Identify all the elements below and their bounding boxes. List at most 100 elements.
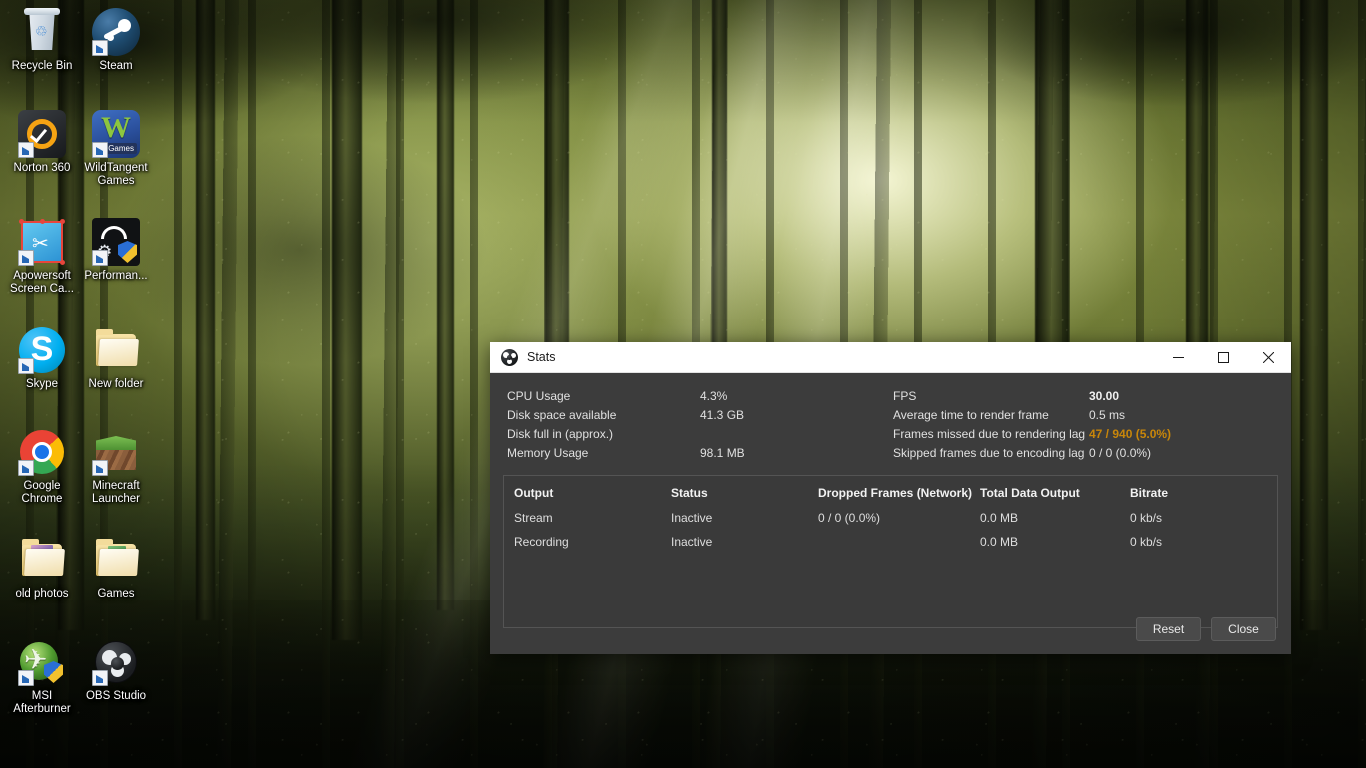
stat-label-fps: FPS [893,389,917,403]
desktop-icon-label: Norton 360 [13,162,71,174]
window-footer: Reset Close [490,604,1291,654]
cell-dropped: 0 / 0 (0.0%) [818,511,881,525]
desktop-icon-msi-afterburner[interactable]: ✈ MSI Afterburner [4,638,80,716]
desktop-icon-skype[interactable]: S Skype [4,326,80,391]
desktop-icon-label: OBS Studio [85,690,147,702]
cell-total: 0.0 MB [980,511,1019,525]
desktop-icon-label: Steam [99,60,133,72]
desktop-icon-label: WildTangent Games [84,162,148,187]
shortcut-arrow-icon [92,250,108,266]
desktop-icon-norton-360[interactable]: Norton 360 [4,110,80,175]
reset-button[interactable]: Reset [1136,617,1201,641]
maximize-icon[interactable] [1201,342,1246,373]
stat-value-frames-missed: 47 / 940 (5.0%) [1089,427,1172,441]
cell-status: Inactive [671,535,713,549]
cell-dropped [818,531,980,555]
desktop[interactable]: ♲ Recycle Bin Steam Norton 360 W Games Wi… [0,0,1366,768]
desktop-icon-label: Google Chrome [21,480,63,505]
skype-icon: S [18,326,66,374]
desktop-icon-label: New folder [88,378,144,390]
stat-label-avg-render-time: Average time to render frame [893,408,1049,422]
window-title-bar[interactable]: Stats [490,342,1291,373]
msi-afterburner-icon: ✈ [18,638,66,686]
column-header-status: Status [671,486,708,500]
desktop-icon-label: MSI Afterburner [13,690,71,715]
stat-label-frames-missed: Frames missed due to rendering lag [893,427,1086,441]
desktop-icon-minecraft-launcher[interactable]: Minecraft Launcher [78,428,154,506]
obs-studio-icon [92,638,140,686]
stat-label-cpu-usage: CPU Usage [507,389,571,403]
window-body: CPU Usage 4.3% FPS 30.00 Disk space avai… [490,373,1291,628]
table-header-row: Output Status Dropped Frames (Network) T… [514,486,1267,507]
shortcut-arrow-icon [92,142,108,158]
stat-label-disk-space-available: Disk space available [507,408,617,422]
table-row[interactable]: Stream Inactive 0 / 0 (0.0%) 0.0 MB 0 kb… [514,507,1267,531]
stat-value-avg-render-time: 0.5 ms [1089,408,1126,422]
cell-output: Stream [514,511,553,525]
folder-icon [18,536,66,584]
performance-tool-icon: ⚙ [92,218,140,266]
minimize-icon[interactable] [1156,342,1201,373]
shortcut-arrow-icon [92,460,108,476]
stats-window[interactable]: Stats CPU Usage 4.3% FPS 30.00 Disk spac… [490,342,1291,654]
cell-bitrate: 0 kb/s [1130,511,1163,525]
column-header-bitrate: Bitrate [1130,486,1169,500]
shortcut-arrow-icon [92,670,108,686]
minecraft-launcher-icon [92,428,140,476]
desktop-icon-label: Games [97,588,135,600]
desktop-icon-steam[interactable]: Steam [78,8,154,73]
wildtangent-games-icon: W Games [92,110,140,158]
shortcut-arrow-icon [18,670,34,686]
column-header-dropped-frames: Dropped Frames (Network) [818,486,973,500]
close-icon[interactable] [1246,342,1291,373]
desktop-icon-label: Skype [26,378,58,390]
desktop-icon-label: Minecraft Launcher [92,480,140,505]
close-button[interactable]: Close [1211,617,1276,641]
desktop-icon-apowersoft[interactable]: ✂ Apowersoft Screen Ca... [4,218,80,296]
desktop-icon-performance-tool[interactable]: ⚙ Performan... [78,218,154,283]
apowersoft-screen-capture-icon: ✂ [18,218,66,266]
desktop-icon-new-folder[interactable]: New folder [78,326,154,391]
shortcut-arrow-icon [92,40,108,56]
cell-total: 0.0 MB [980,535,1019,549]
desktop-icon-label: Recycle Bin [11,60,73,72]
column-header-total-data-output: Total Data Output [980,486,1080,500]
desktop-icon-old-photos[interactable]: old photos [4,536,80,601]
window-title: Stats [527,350,556,364]
desktop-icon-label: Performan... [84,270,148,282]
column-header-output: Output [514,486,554,500]
stat-label-skipped-frames: Skipped frames due to encoding lag [893,446,1085,460]
stat-label-memory-usage: Memory Usage [507,446,589,460]
stat-label-disk-full-in: Disk full in (approx.) [507,427,614,441]
desktop-icon-wildtangent-games[interactable]: W Games WildTangent Games [78,110,154,188]
shortcut-arrow-icon [18,358,34,374]
stat-value-cpu-usage: 4.3% [700,389,728,403]
steam-icon [92,8,140,56]
google-chrome-icon [18,428,66,476]
folder-icon [92,326,140,374]
outputs-table: Output Status Dropped Frames (Network) T… [514,486,1267,555]
obs-logo-icon [501,348,518,366]
recycle-bin-icon: ♲ [18,8,66,56]
desktop-icon-games-folder[interactable]: Games [78,536,154,601]
desktop-icon-label: old photos [15,588,69,600]
norton-360-icon [18,110,66,158]
desktop-icon-label: Apowersoft Screen Ca... [10,270,74,295]
stat-value-skipped-frames: 0 / 0 (0.0%) [1089,446,1152,460]
desktop-icon-recycle-bin[interactable]: ♲ Recycle Bin [4,8,80,73]
title-bar-left: Stats [490,348,1156,366]
shortcut-arrow-icon [18,142,34,158]
desktop-icon-google-chrome[interactable]: Google Chrome [4,428,80,506]
cell-bitrate: 0 kb/s [1130,535,1163,549]
stat-value-disk-full-in [700,425,893,444]
desktop-icon-obs-studio[interactable]: OBS Studio [78,638,154,703]
stat-value-disk-space-available: 41.3 GB [700,408,745,422]
table-row[interactable]: Recording Inactive 0.0 MB 0 kb/s [514,531,1267,555]
stats-grid: CPU Usage 4.3% FPS 30.00 Disk space avai… [503,387,1278,463]
stat-value-memory-usage: 98.1 MB [700,446,745,460]
shortcut-arrow-icon [18,460,34,476]
folder-icon [92,536,140,584]
stat-value-fps: 30.00 [1089,389,1120,403]
shortcut-arrow-icon [18,250,34,266]
cell-status: Inactive [671,511,713,525]
